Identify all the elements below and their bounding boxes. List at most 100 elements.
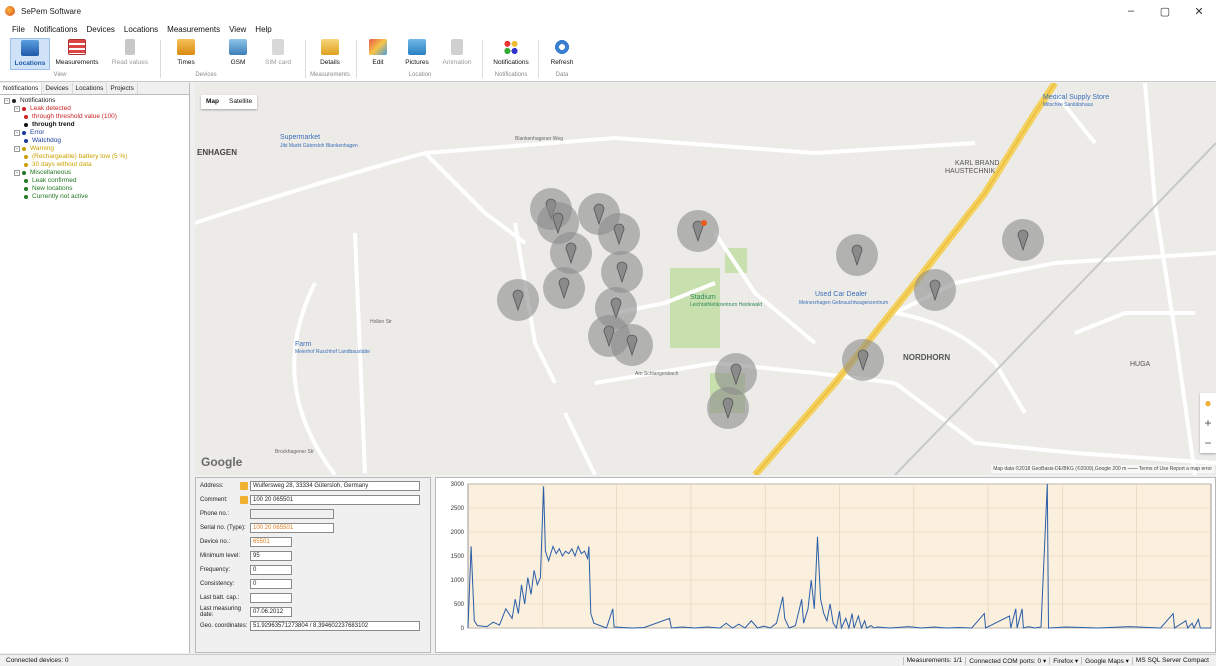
tab-projects[interactable]: Projects	[107, 83, 138, 94]
maximize-button[interactable]: ▢	[1148, 0, 1182, 22]
map-attribution[interactable]: Map data ©2018 GeoBasis-DE/BKG (©2009),G…	[991, 465, 1214, 473]
tree-node-label: Notifications	[20, 97, 56, 104]
location-marker[interactable]	[677, 210, 719, 252]
menu-notifications[interactable]: Notifications	[34, 25, 78, 34]
tree-node[interactable]: − Miscellaneous	[4, 169, 189, 177]
details-button[interactable]: Details	[310, 38, 350, 70]
comment-field[interactable]: 100 20 065501	[250, 495, 420, 505]
tab-devices[interactable]: Devices	[42, 83, 73, 94]
device-field[interactable]: 65501	[250, 537, 292, 547]
tree-node-label: 30 days without data	[32, 161, 92, 168]
tree-node[interactable]: Watchdog	[4, 137, 189, 145]
pictures-button[interactable]: Pictures	[397, 38, 437, 70]
tree-node[interactable]: Leak confirmed	[4, 177, 189, 185]
location-marker[interactable]	[842, 339, 884, 381]
ribbon-separator	[482, 40, 483, 78]
gsm-button[interactable]: GSM	[218, 38, 258, 70]
group-label-data: Data	[555, 72, 569, 78]
min-level-field[interactable]: 95	[250, 551, 292, 561]
maps-dropdown[interactable]: Google Maps ▾	[1081, 656, 1132, 665]
measurements-button[interactable]: Measurements	[53, 38, 101, 70]
consistency-field[interactable]: 0	[250, 579, 292, 589]
map-view[interactable]: ENHAGEN Supermarket Jibi Markt Gütersloh B…	[195, 83, 1216, 475]
tree-node[interactable]: 30 days without data	[4, 161, 189, 169]
tree-node[interactable]: − Error	[4, 129, 189, 137]
times-button[interactable]: Times	[166, 38, 206, 70]
refresh-button[interactable]: Refresh	[542, 38, 582, 70]
last-batt-field[interactable]	[250, 593, 292, 603]
map-label-supermarket: Supermarket	[280, 134, 320, 141]
tree-node[interactable]: (Rechargeable) battery low (5 %)	[4, 153, 189, 161]
menu-file[interactable]: File	[12, 25, 25, 34]
menu-measurements[interactable]: Measurements	[167, 25, 220, 34]
location-marker[interactable]	[611, 324, 653, 366]
map-canvas[interactable]: ENHAGEN Supermarket Jibi Markt Gütersloh B…	[195, 83, 1216, 475]
map-label-haustechnik: HAUSTECHNIK	[945, 168, 996, 175]
close-button[interactable]: ✕	[1182, 0, 1216, 22]
min-level-row: Minimum level: 95	[200, 551, 292, 561]
chart-canvas[interactable]: 0 500 1000 1500 2000 2500 3000	[436, 478, 1215, 652]
address-field[interactable]: Wulfersweg 28, 33334 Gütersloh, Germany	[250, 481, 420, 491]
frequency-field[interactable]: 0	[250, 565, 292, 575]
menu-view[interactable]: View	[229, 25, 246, 34]
browser-dropdown[interactable]: Firefox ▾	[1049, 656, 1081, 665]
edit-button[interactable]: Edit	[358, 38, 398, 70]
phone-field[interactable]	[250, 509, 334, 519]
tree-expand-icon[interactable]: −	[14, 170, 20, 176]
y-tick-label: 1000	[451, 578, 465, 584]
location-marker[interactable]	[598, 213, 640, 255]
location-marker[interactable]	[497, 279, 539, 321]
tree-expand-icon[interactable]: −	[4, 98, 10, 104]
menu-devices[interactable]: Devices	[86, 25, 114, 34]
phone-label: Phone no.:	[200, 511, 230, 517]
zoom-out-button[interactable]: −	[1200, 433, 1216, 453]
location-marker[interactable]	[1002, 219, 1044, 261]
locations-map-icon	[21, 40, 39, 56]
menu-locations[interactable]: Locations	[124, 25, 158, 34]
tree-node[interactable]: − Warning	[4, 145, 189, 153]
geo-field[interactable]: 51.92963571273804 / 8.394602237683102	[250, 621, 420, 631]
location-marker[interactable]	[550, 232, 592, 274]
locations-button[interactable]: Locations	[10, 38, 50, 70]
tree-expand-icon[interactable]: −	[14, 146, 20, 152]
zoom-in-button[interactable]: +	[1200, 413, 1216, 433]
tab-notifications[interactable]: Notifications	[0, 83, 43, 94]
location-marker[interactable]	[601, 251, 643, 293]
notifications-button[interactable]: Notifications	[488, 38, 534, 70]
status-dot-icon	[22, 107, 26, 111]
map-type-satellite-button[interactable]: Satellite	[224, 95, 257, 109]
serial-field[interactable]: 100 20 065501	[250, 523, 334, 533]
sim-card-button[interactable]: SIM card	[258, 38, 298, 70]
edit-pencil-icon[interactable]	[240, 496, 248, 504]
read-values-button[interactable]: Read values	[108, 38, 152, 70]
com-ports-dropdown[interactable]: Connected COM ports: 0 ▾	[965, 656, 1049, 665]
tree-expand-icon[interactable]: −	[14, 130, 20, 136]
edit-pencil-icon[interactable]	[240, 482, 248, 490]
last-meas-field[interactable]: 07.06.2012	[250, 607, 292, 617]
tree-node[interactable]: through trend	[4, 121, 189, 129]
map-type-map-button[interactable]: Map	[201, 95, 224, 109]
comment-row: Comment: 100 20 065501	[200, 495, 420, 505]
menu-help[interactable]: Help	[255, 25, 271, 34]
animation-icon	[451, 39, 463, 55]
tab-locations[interactable]: Locations	[73, 83, 108, 94]
tree-node[interactable]: through threshold value (100)	[4, 113, 189, 121]
minimize-button[interactable]: –	[1114, 0, 1148, 22]
tree-expand-icon[interactable]: −	[14, 106, 20, 112]
y-tick-label: 2500	[451, 506, 465, 512]
animation-button[interactable]: Animation	[437, 38, 477, 70]
location-marker[interactable]	[836, 234, 878, 276]
tree-node[interactable]: Currently not active	[4, 193, 189, 201]
group-label-devices: Devices	[195, 72, 217, 78]
tree-node[interactable]: − Leak detected	[4, 105, 189, 113]
pegman-icon[interactable]: ●	[1200, 393, 1216, 413]
map-label-stadium-sub: Leichtathletikzentrum Heidewald	[690, 302, 762, 308]
location-marker[interactable]	[707, 387, 749, 429]
measurement-chart[interactable]: 0 500 1000 1500 2000 2500 3000	[435, 477, 1216, 653]
tree-node[interactable]: New locations	[4, 185, 189, 193]
location-marker[interactable]	[543, 267, 585, 309]
tree-node[interactable]: − Notifications	[4, 97, 189, 105]
map-label-nordhorn: NORDHORN	[903, 353, 950, 362]
location-marker[interactable]	[914, 269, 956, 311]
last-meas-label: Last measuring date:	[200, 606, 242, 618]
